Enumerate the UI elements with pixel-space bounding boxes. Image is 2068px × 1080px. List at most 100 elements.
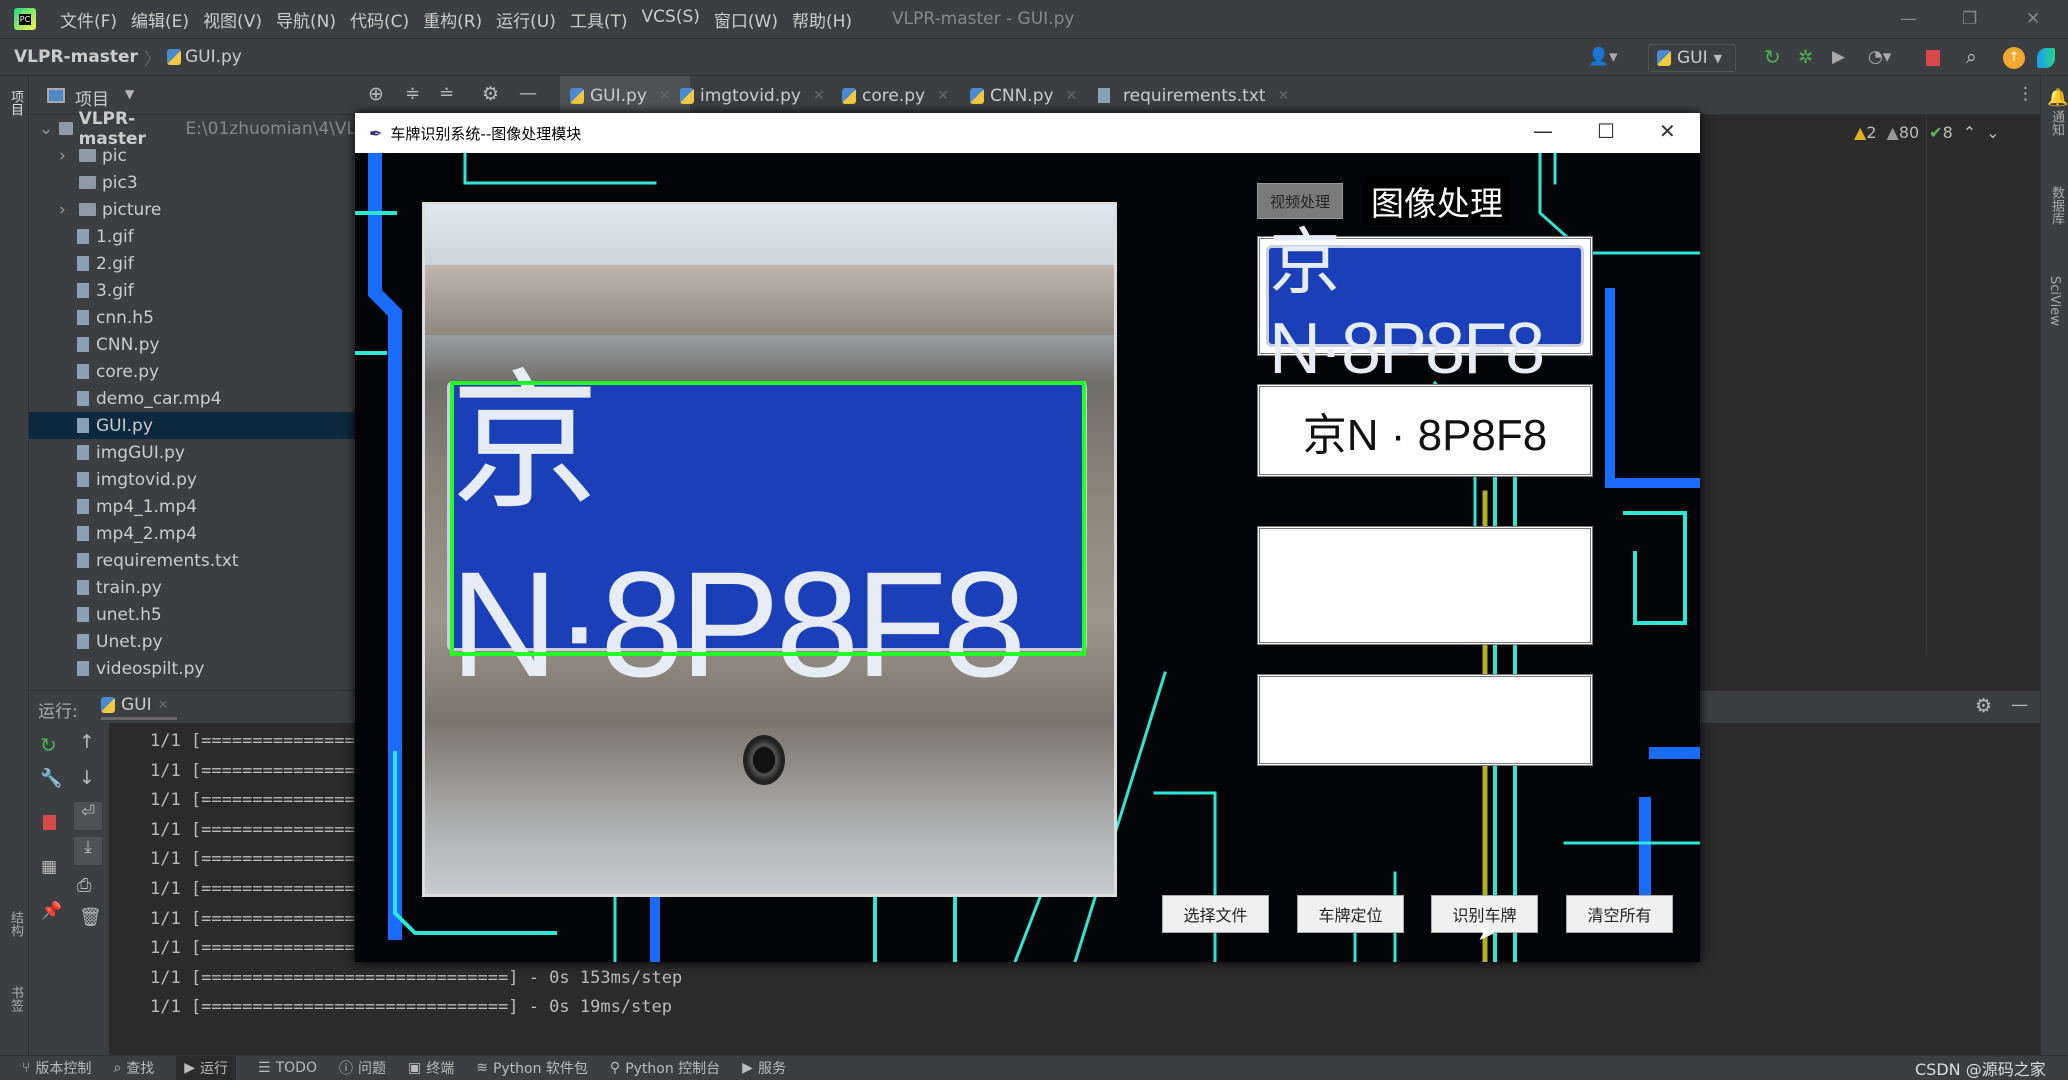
tree-item[interactable]: train.py [29,574,356,601]
pin-icon[interactable]: 📌 [41,901,62,921]
tree-item[interactable]: 1.gif [29,223,356,250]
tab-imgtovid-py[interactable]: imgtovid.py ✕ [680,76,825,115]
expand-chevron-icon[interactable]: › [59,200,73,220]
notifications-tool-button[interactable]: 通知 [2047,110,2066,136]
tab-gui-py[interactable]: GUI.py ✕ [560,76,690,115]
tab-cnn-py[interactable]: CNN.py ✕ [970,76,1077,115]
scroll-to-end-icon[interactable]: ⤓ [74,837,102,865]
tool-window-button[interactable]: ▶ 服务 [742,1056,786,1080]
tree-item[interactable]: › pic [29,142,356,169]
project-tool-button[interactable]: 项目 [6,90,25,116]
scroll-up-icon[interactable]: ↑ [79,731,95,753]
bookmarks-tool-button[interactable]: 书签 [6,986,25,1012]
run-settings-icon[interactable]: ⚙ [1975,695,1992,717]
tree-item[interactable]: videospilt.py [29,655,356,682]
tree-item[interactable]: 3.gif [29,277,356,304]
more-tabs-icon[interactable]: ⋮ [2017,84,2034,104]
tab-core-py[interactable]: core.py ✕ [842,76,949,115]
menu-item[interactable]: 工具(T) [570,7,628,32]
database-tool-button[interactable]: 数据库 [2047,186,2066,225]
tree-item[interactable]: requirements.txt [29,547,356,574]
clear-all-button[interactable]: 清空所有 [1566,895,1673,933]
project-panel-title[interactable]: 项目 [75,85,109,110]
locate-icon[interactable]: ⊕ [368,83,384,105]
sciview-tool-button[interactable]: SciView [2047,276,2062,326]
tree-item[interactable]: 2.gif [29,250,356,277]
notification-icon[interactable]: 🔔 [2047,88,2068,108]
tool-window-button[interactable]: ▣ 终端 [408,1056,454,1080]
tree-item[interactable]: ⌄ VLPR-master E:\01zhuomian\4\VL [29,109,356,149]
tree-item[interactable]: Unet.py [29,628,356,655]
tool-window-button[interactable]: ⌕ 查找 [113,1056,154,1080]
run-tab-gui[interactable]: GUI ✕ [101,695,177,720]
restore-button[interactable]: ❐ [1962,9,1977,29]
tree-item[interactable]: imgGUI.py [29,439,356,466]
expand-chevron-icon[interactable]: ⌄ [39,119,53,139]
locate-plate-button[interactable]: 车牌定位 [1297,895,1404,933]
menu-item[interactable]: 窗口(W) [714,7,778,32]
close-tab-icon[interactable]: ✕ [937,88,949,104]
tree-item[interactable]: CNN.py [29,331,356,358]
trash-icon[interactable]: 🗑 [79,907,102,928]
run-config-select[interactable]: GUI ▼ [1648,44,1736,72]
close-button[interactable]: ✕ [2026,9,2040,29]
project-view-dropdown-icon[interactable]: ▼ [125,87,134,101]
close-tab-icon[interactable]: ✕ [1066,88,1078,104]
soft-wrap-icon[interactable]: ⏎ [74,802,102,830]
plugin-icon[interactable] [2037,48,2055,68]
tool-window-button[interactable]: ⑂ 版本控制 [22,1056,91,1080]
menu-item[interactable]: 运行(U) [496,7,556,32]
stop-icon[interactable] [1926,50,1940,66]
coverage-icon[interactable]: ▶ [1832,47,1845,67]
tree-item[interactable]: demo_car.mp4 [29,385,356,412]
menu-item[interactable]: 视图(V) [203,7,262,32]
debug-icon[interactable]: ✲ [1798,47,1813,68]
gui-maximize-button[interactable]: ☐ [1597,119,1615,143]
tree-item[interactable]: mp4_2.mp4 [29,520,356,547]
gui-close-button[interactable]: ✕ [1659,119,1676,143]
minimize-button[interactable]: — [1900,9,1917,29]
menu-item[interactable]: 文件(F) [60,7,117,32]
search-icon[interactable]: ⌕ [1966,46,1977,68]
close-tab-icon[interactable]: ✕ [659,88,671,104]
tree-item[interactable]: unet.h5 [29,601,356,628]
tree-item[interactable]: cnn.h5 [29,304,356,331]
rerun-icon[interactable]: ↻ [1764,45,1781,69]
print-icon[interactable]: ⎙ [77,875,91,896]
profile-icon[interactable]: ◔▾ [1868,47,1891,67]
rerun-icon[interactable]: ↻ [40,733,57,757]
update-icon[interactable]: ↑ [2003,47,2025,69]
menu-item[interactable]: 导航(N) [276,7,336,32]
tree-item[interactable]: core.py [29,358,356,385]
tool-window-button[interactable]: ☰ TODO [258,1056,317,1080]
settings-icon[interactable]: ⚙ [482,83,499,105]
tool-window-button[interactable]: ⓘ 问题 [339,1056,386,1080]
prev-highlight-icon[interactable]: ⌃ [1963,123,1976,142]
tool-window-button[interactable]: ▶ 运行 [176,1056,237,1080]
tree-item[interactable]: › picture [29,196,356,223]
menu-item[interactable]: 帮助(H) [792,7,852,32]
tree-item[interactable]: pic3 [29,169,356,196]
structure-tool-button[interactable]: 结构 [6,911,25,937]
next-highlight-icon[interactable]: ⌄ [1986,123,1999,142]
menu-item[interactable]: 编辑(E) [131,7,189,32]
settings-wrench-icon[interactable]: 🔧 [40,768,62,789]
breadcrumb-project[interactable]: VLPR-master [14,47,138,67]
tree-item[interactable]: imgtovid.py [29,466,356,493]
expand-chevron-icon[interactable]: › [59,146,73,166]
tool-window-button[interactable]: ≋ Python 软件包 [476,1056,588,1080]
tab-requirements-txt[interactable]: requirements.txt ✕ [1098,76,1289,115]
hide-run-panel-icon[interactable]: — [2011,695,2028,715]
layout-icon[interactable]: ▦ [41,857,57,877]
menu-item[interactable]: VCS(S) [642,7,700,32]
stop-icon[interactable] [43,815,56,830]
tool-window-button[interactable]: ⚲ Python 控制台 [610,1056,720,1080]
expand-all-icon[interactable]: ≑ [405,83,420,104]
breadcrumb-file[interactable]: GUI.py [185,47,242,67]
user-icon[interactable]: 👤▾ [1588,47,1618,67]
gui-minimize-button[interactable]: — [1533,119,1553,143]
tree-item[interactable]: mp4_1.mp4 [29,493,356,520]
close-run-tab-icon[interactable]: ✕ [158,698,169,713]
menu-item[interactable]: 重构(R) [423,7,482,32]
select-file-button[interactable]: 选择文件 [1162,895,1269,933]
